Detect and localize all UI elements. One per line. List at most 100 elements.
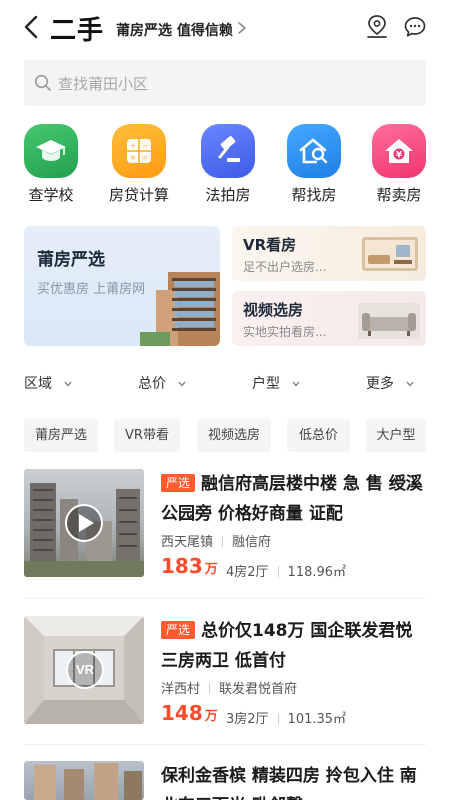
selected-badge: 严选 xyxy=(161,474,196,492)
listing-area: 西天尾镇 xyxy=(161,535,214,550)
filter-total-price[interactable]: 总价 xyxy=(138,373,186,393)
svg-text:×: × xyxy=(130,153,137,162)
listing-title-text: 融信府高层楼中楼 急 售 绶溪公园旁 价格好商量 证配 xyxy=(161,474,423,524)
price-unit: 万 xyxy=(204,709,218,724)
svg-text:+: + xyxy=(130,142,137,151)
listing-community: 融信府 xyxy=(232,535,272,550)
quick-action-label: 查学校 xyxy=(28,186,74,204)
listing-card[interactable]: VR 严选 总价仅148万 国企联发君悦 三房两卫 低首付 洋西村 联发君悦首府 1… xyxy=(24,616,427,727)
house-search-icon xyxy=(299,138,328,164)
listing-card[interactable]: 保利金香槟 精装四房 拎包入住 南北东三面光 毗邻馨 xyxy=(24,761,426,800)
building-photo xyxy=(34,763,142,800)
filter-label: 户型 xyxy=(252,376,280,392)
listing-location: 洋西村 联发君悦首府 xyxy=(161,678,297,697)
house-money-icon: ¥ xyxy=(385,139,413,163)
back-arrow-icon[interactable] xyxy=(20,14,44,40)
separator xyxy=(277,566,279,577)
listing-size: 118.96㎡ xyxy=(287,565,347,580)
promo-card-title: 视频选房 xyxy=(243,301,304,319)
header-bar: 二手 莆房严选 值得信赖 xyxy=(0,0,450,56)
filter-label: 总价 xyxy=(138,376,166,392)
promo-card-vr-viewing[interactable]: VR看房 足不出户选房... xyxy=(232,226,426,281)
sofa-illustration xyxy=(358,303,420,339)
quick-action-label: 法拍房 xyxy=(205,186,251,204)
search-input[interactable]: 查找莆田小区 xyxy=(24,60,426,106)
filter-district[interactable]: 区域 xyxy=(24,373,72,393)
price-value: 148 xyxy=(161,701,203,725)
listing-thumbnail: VR xyxy=(24,616,144,724)
listing-title: 严选 融信府高层楼中楼 急 售 绶溪公园旁 价格好商量 证配 xyxy=(161,469,427,529)
quick-action-label: 帮找房 xyxy=(291,186,337,204)
listing-layout: 4房2厅 xyxy=(226,565,269,580)
filter-layout[interactable]: 户型 xyxy=(252,373,300,393)
filter-more[interactable]: 更多 xyxy=(366,373,414,393)
separator xyxy=(222,536,224,547)
listing-title-text: 保利金香槟 精装四房 拎包入住 南北东三面光 毗邻馨 xyxy=(161,766,417,800)
listing-title-text: 总价仅148万 国企联发君悦 三房两卫 低首付 xyxy=(161,621,413,671)
quick-action-help-sell-house[interactable]: ¥ 帮卖房 xyxy=(371,124,427,204)
listing-title: 保利金香槟 精装四房 拎包入住 南北东三面光 毗邻馨 xyxy=(161,761,426,800)
chevron-down-icon xyxy=(64,381,72,387)
price-value: 183 xyxy=(161,554,203,578)
listing-thumbnail xyxy=(24,761,144,800)
listing-price: 183 万 xyxy=(161,554,218,578)
quick-action-label: 房贷计算 xyxy=(108,186,169,204)
svg-text:¥: ¥ xyxy=(396,151,403,161)
listing-title: 严选 总价仅148万 国企联发君悦 三房两卫 低首付 xyxy=(161,616,427,676)
tag-chip-low-price[interactable]: 低总价 xyxy=(287,419,350,452)
listing-specs: 4房2厅 118.96㎡ xyxy=(226,561,346,580)
building-illustration xyxy=(140,272,220,346)
promo-card-selected-homes[interactable]: 莆房严选 买优惠房 上莆房网 xyxy=(24,226,220,346)
living-room-illustration xyxy=(362,237,418,271)
gavel-icon xyxy=(218,136,240,162)
search-icon xyxy=(34,74,51,91)
promo-card-subtitle: 足不出户选房... xyxy=(243,260,327,274)
tag-chip-video[interactable]: 视频选房 xyxy=(197,419,271,452)
listing-thumbnail xyxy=(24,469,144,577)
chevron-down-icon xyxy=(292,381,300,387)
chevron-down-icon xyxy=(178,381,186,387)
chevron-down-icon xyxy=(406,381,414,387)
vr-icon-label: VR xyxy=(75,662,95,677)
calculator-icon: + − × = xyxy=(127,139,151,163)
listing-location: 西天尾镇 融信府 xyxy=(161,531,271,550)
filter-label: 区域 xyxy=(24,376,52,392)
promo-card-title: 莆房严选 xyxy=(37,250,105,270)
quick-action-mortgage-calculator[interactable]: + − × = 房贷计算 xyxy=(109,124,169,204)
listing-card[interactable]: 严选 融信府高层楼中楼 急 售 绶溪公园旁 价格好商量 证配 西天尾镇 融信府 18… xyxy=(24,469,427,580)
listing-layout: 3房2厅 xyxy=(226,712,269,727)
listing-specs: 3房2厅 101.35㎡ xyxy=(226,708,346,727)
svg-text:=: = xyxy=(142,153,149,162)
listing-community: 联发君悦首府 xyxy=(219,682,298,697)
header-slogan-link[interactable]: 莆房严选 值得信赖 xyxy=(116,20,233,40)
quick-action-help-find-house[interactable]: 帮找房 xyxy=(286,124,342,204)
svg-text:−: − xyxy=(142,142,149,151)
listing-price: 148 万 xyxy=(161,701,218,725)
promo-card-subtitle: 实地实拍看房... xyxy=(243,325,327,339)
selected-badge: 严选 xyxy=(161,621,196,639)
map-pin-icon[interactable] xyxy=(366,14,388,40)
quick-action-label: 帮卖房 xyxy=(376,186,422,204)
quick-action-auction-house[interactable]: 法拍房 xyxy=(200,124,256,204)
vr-view-icon[interactable]: VR xyxy=(66,651,104,689)
separator xyxy=(209,683,211,694)
listing-divider xyxy=(24,598,426,599)
promo-card-subtitle: 买优惠房 上莆房网 xyxy=(37,282,146,297)
video-play-icon[interactable] xyxy=(64,503,104,543)
listing-size: 101.35㎡ xyxy=(287,712,347,727)
filter-label: 更多 xyxy=(366,376,394,392)
search-placeholder: 查找莆田小区 xyxy=(58,75,149,93)
chat-bubble-icon[interactable] xyxy=(403,15,427,39)
price-unit: 万 xyxy=(204,562,218,577)
graduation-cap-icon xyxy=(36,140,66,161)
listing-divider xyxy=(24,744,426,745)
promo-card-video-viewing[interactable]: 视频选房 实地实拍看房... xyxy=(232,291,426,346)
listing-area: 洋西村 xyxy=(161,682,201,697)
promo-card-title: VR看房 xyxy=(243,236,297,254)
chevron-right-icon xyxy=(238,22,246,34)
tag-chip-large-unit[interactable]: 大户型 xyxy=(366,419,426,452)
tag-chip-selected[interactable]: 莆房严选 xyxy=(24,419,98,452)
tag-chip-vr[interactable]: VR带看 xyxy=(114,419,180,452)
page-title: 二手 xyxy=(50,16,105,46)
quick-action-school[interactable]: 查学校 xyxy=(23,124,79,204)
